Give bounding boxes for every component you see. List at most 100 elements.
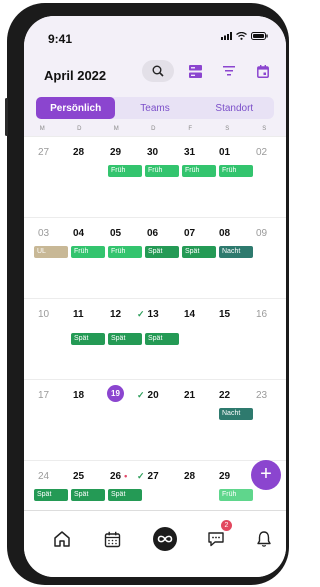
signal-icon (221, 32, 232, 40)
calendar-header: April 2022 Persönlich Teams Standort M D… (24, 56, 286, 136)
day-cell[interactable]: 05 (110, 228, 147, 239)
filter-button[interactable] (216, 60, 242, 82)
shift-chip[interactable]: Früh (71, 246, 105, 258)
day-cell[interactable]: ✓ 20 (137, 390, 174, 401)
nav-notifications[interactable] (250, 525, 278, 553)
shift-chip[interactable]: Früh (219, 165, 253, 177)
weekday-label: S (262, 126, 267, 132)
weekday-label: F (188, 126, 193, 132)
calendar-icon (104, 531, 120, 547)
calendar-today-icon (257, 64, 269, 78)
day-cell[interactable]: 09 (256, 228, 286, 239)
shift-chip[interactable]: Nacht (219, 408, 253, 420)
day-cell[interactable]: 01 (219, 147, 256, 158)
shift-chip[interactable]: Früh (219, 489, 253, 501)
calendar-week: 27 28 29 30 31 01 02 Früh Früh Früh Früh (24, 136, 286, 218)
shift-chip[interactable]: Spät (71, 489, 105, 501)
shift-chip[interactable]: Nacht (219, 246, 253, 258)
list-icon (188, 64, 202, 78)
day-cell[interactable]: 25 (73, 471, 110, 482)
day-cell[interactable]: 24 (38, 471, 75, 482)
day-number: 19 (107, 385, 124, 402)
checkmark-icon: ✓ (137, 390, 145, 400)
shift-chip[interactable]: Spät (108, 489, 142, 501)
day-cell[interactable]: ✓ 13 (137, 309, 174, 320)
day-cell[interactable]: 04 (73, 228, 110, 239)
weekday-label: M (39, 126, 46, 132)
day-cell[interactable]: 10 (38, 309, 75, 320)
day-number: 27 (147, 471, 159, 482)
day-number: 27 (38, 147, 50, 158)
day-cell[interactable]: 17 (38, 390, 75, 401)
view-segmented-control: Persönlich Teams Standort (36, 97, 274, 119)
app-screen: 9:41 April 2022 Persönlich Teams Standor… (24, 16, 286, 577)
day-cell[interactable]: 06 (147, 228, 184, 239)
shift-chip[interactable]: Spät (71, 333, 105, 345)
status-time: 9:41 (48, 32, 73, 46)
shift-chip[interactable]: Früh (145, 165, 179, 177)
day-cell[interactable]: 11 (73, 309, 110, 320)
tab-persoenlich[interactable]: Persönlich (36, 97, 116, 119)
day-cell[interactable]: 30 (147, 147, 184, 158)
shift-chip[interactable]: Früh (182, 165, 216, 177)
day-number: 28 (73, 147, 85, 158)
calendar-week: 03 04 05 06 07 08 09 UL Früh Früh Spät Spät Nacht (24, 217, 286, 299)
search-icon (152, 65, 164, 77)
shift-chip[interactable]: Früh (108, 165, 142, 177)
nav-app-logo[interactable] (151, 525, 179, 553)
shift-chip[interactable]: Spät (182, 246, 216, 258)
calendar-week: 10 11 12 ✓ 13 14 15 16 Spät Spät Spät (24, 298, 286, 380)
day-cell[interactable]: 07 (184, 228, 221, 239)
day-cell[interactable]: 02 (256, 147, 286, 158)
month-title[interactable]: April 2022 (44, 68, 106, 83)
day-cell[interactable]: 15 (219, 309, 256, 320)
day-number: 21 (184, 390, 196, 401)
day-number: 11 (73, 309, 84, 320)
day-number: 20 (147, 390, 159, 401)
battery-icon (251, 32, 268, 40)
day-cell[interactable]: ✓ 27 (137, 471, 174, 482)
day-cell[interactable]: 03 (38, 228, 75, 239)
day-cell[interactable]: 28 (184, 471, 221, 482)
infinity-icon (153, 527, 177, 551)
day-number: 29 (110, 147, 122, 158)
weekday-label: D (77, 126, 82, 132)
day-cell[interactable]: 23 (256, 390, 286, 401)
home-icon (54, 531, 70, 547)
day-cell[interactable]: 16 (256, 309, 286, 320)
shift-chip[interactable]: Spät (145, 246, 179, 258)
add-shift-button[interactable]: + (251, 460, 281, 490)
phone-frame: 9:41 April 2022 Persönlich Teams Standor… (5, 3, 289, 585)
filter-icon (223, 66, 235, 76)
day-cell[interactable]: 27 (38, 147, 75, 158)
nav-messages[interactable]: 2 (202, 520, 232, 553)
day-number: 25 (73, 471, 85, 482)
shift-chip[interactable]: Spät (34, 489, 68, 501)
calendar-week: 17 18 19 ✓ 20 21 22 23 Nacht (24, 379, 286, 461)
day-number: 30 (147, 147, 159, 158)
day-cell[interactable]: 28 (73, 147, 110, 158)
search-button[interactable] (142, 60, 174, 82)
today-button[interactable] (250, 60, 276, 82)
day-cell[interactable]: 31 (184, 147, 221, 158)
list-view-button[interactable] (182, 60, 208, 82)
shift-chip[interactable]: Spät (108, 333, 142, 345)
day-number: 24 (38, 471, 50, 482)
day-cell[interactable]: 21 (184, 390, 221, 401)
day-cell[interactable]: 29 (110, 147, 147, 158)
shift-chip[interactable]: UL (34, 246, 68, 258)
status-bar: 9:41 (24, 16, 286, 56)
tab-standort[interactable]: Standort (195, 97, 274, 119)
day-number: 12 (110, 309, 122, 320)
day-cell[interactable]: 14 (184, 309, 221, 320)
day-cell[interactable]: 22 (219, 390, 256, 401)
day-number: 15 (219, 309, 231, 320)
nav-calendar[interactable] (98, 525, 126, 553)
day-cell[interactable]: 08 (219, 228, 256, 239)
day-number: 10 (38, 309, 50, 320)
nav-home[interactable] (48, 525, 76, 553)
day-cell[interactable]: 18 (73, 390, 110, 401)
shift-chip[interactable]: Spät (145, 333, 179, 345)
shift-chip[interactable]: Früh (108, 246, 142, 258)
tab-teams[interactable]: Teams (115, 97, 194, 119)
